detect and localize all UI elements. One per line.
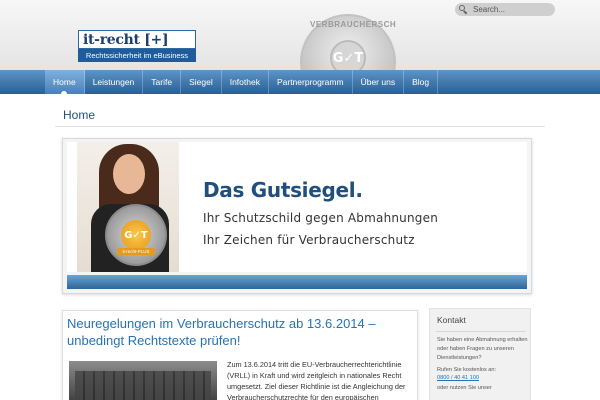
- seal-mark: G✓T: [330, 40, 366, 74]
- seal-badge-icon: G✓T it-recht-PLUS: [105, 204, 167, 266]
- banner-bar: [67, 275, 527, 289]
- banner-headline: Das Gutsiegel.: [203, 178, 363, 202]
- badge-mark: G✓T: [121, 220, 151, 250]
- sidebar-phone-link[interactable]: 0800 / 40 41 100: [437, 375, 479, 381]
- nav-item-tarife[interactable]: Tarife: [143, 70, 182, 94]
- nav-item-home[interactable]: Home: [45, 70, 85, 97]
- nav-item-siegel[interactable]: Siegel: [181, 70, 222, 94]
- page-title: Home: [63, 108, 96, 122]
- title-divider: [55, 126, 545, 127]
- sidebar-title: Kontakt: [437, 315, 466, 325]
- sidebar-divider: [436, 331, 526, 332]
- banner-content: G✓T it-recht-PLUS Das Gutsiegel. Ihr Sch…: [67, 142, 527, 272]
- main-navigation: Home Leistungen Tarife Siegel Infothek P…: [0, 70, 600, 97]
- nav-item-infothek[interactable]: Infothek: [222, 70, 269, 94]
- site-logo[interactable]: it-recht [+] Rechtssicherheit im eBusine…: [78, 30, 196, 62]
- header-seal-graphic: VERBRAUCHERSCHUTZ G✓T: [300, 14, 396, 74]
- hero-banner[interactable]: G✓T it-recht-PLUS Das Gutsiegel. Ihr Sch…: [62, 138, 532, 294]
- nav-item-blog[interactable]: Blog: [404, 70, 439, 94]
- nav-item-partnerprogramm[interactable]: Partnerprogramm: [269, 70, 353, 94]
- search-input[interactable]: [473, 5, 543, 14]
- contact-sidebar: Kontakt Sie haben eine Abmahnung erhalte…: [429, 308, 531, 400]
- logo-name: it-recht [+]: [78, 30, 196, 49]
- article-text: Zum 13.6.2014 tritt die EU-Verbraucherre…: [227, 360, 406, 400]
- search-icon: [459, 5, 468, 15]
- article-laptop-image: [69, 361, 217, 400]
- badge-plus-label: it-recht-PLUS: [117, 248, 155, 255]
- sidebar-text-2: Rufen Sie kostenlos an:: [437, 367, 497, 373]
- banner-line-1: Ihr Schutzschild gegen Abmahnungen: [203, 211, 438, 225]
- article-title-link[interactable]: Neuregelungen im Verbraucherschutz ab 13…: [67, 315, 413, 349]
- search-box[interactable]: [455, 3, 555, 16]
- logo-tagline: Rechtssicherheit im eBusiness: [78, 49, 196, 62]
- sidebar-text-3: oder nutzen Sie unser: [437, 385, 492, 391]
- news-article: Neuregelungen im Verbraucherschutz ab 13…: [62, 310, 418, 400]
- site-header: it-recht [+] Rechtssicherheit im eBusine…: [0, 0, 600, 74]
- seal-text: VERBRAUCHERSCHUTZ: [310, 20, 396, 29]
- nav-item-ueber-uns[interactable]: Über uns: [353, 70, 405, 94]
- nav-item-leistungen[interactable]: Leistungen: [85, 70, 144, 94]
- banner-line-2: Ihr Zeichen für Verbraucherschutz: [203, 233, 415, 247]
- sidebar-text-1: Sie haben eine Abmahnung erhalten oder h…: [437, 337, 528, 361]
- banner-person-image: G✓T it-recht-PLUS: [77, 142, 179, 272]
